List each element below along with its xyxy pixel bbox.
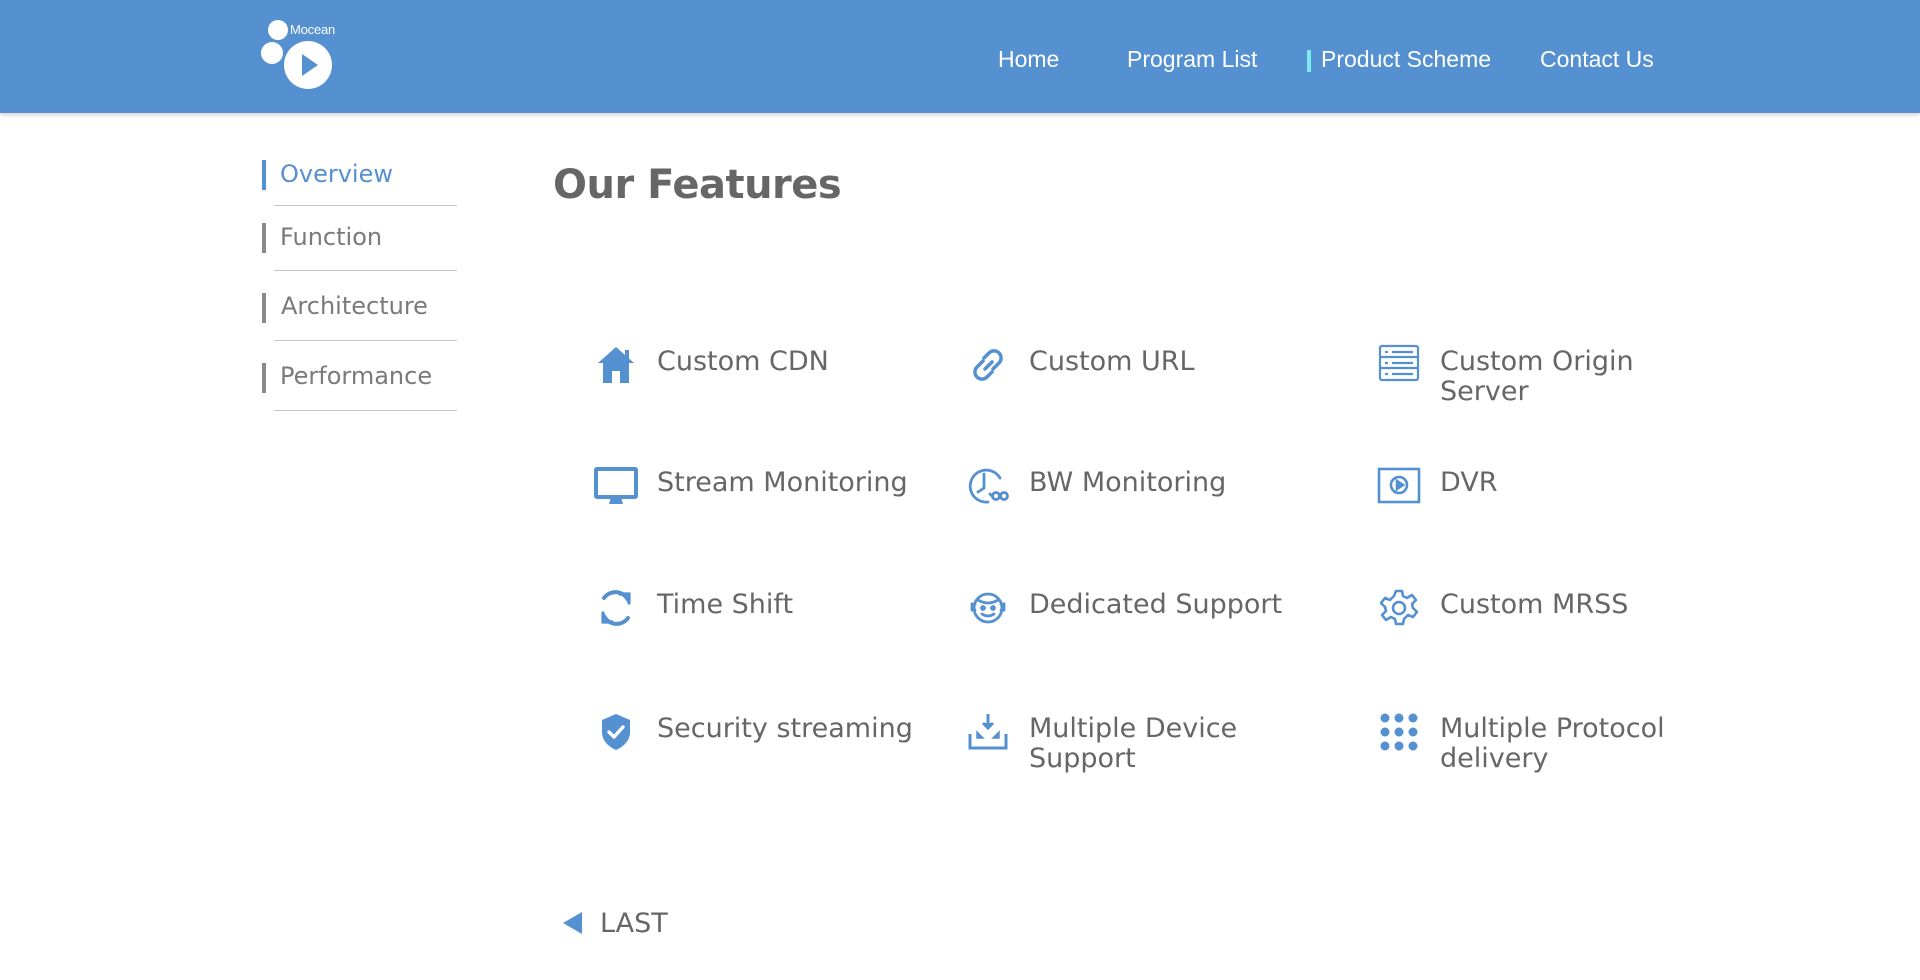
link-icon: [966, 343, 1010, 387]
feature-label: Custom MRSS: [1440, 589, 1629, 620]
feature-label: Dedicated Support: [1029, 589, 1283, 620]
shield-check-icon: [594, 710, 638, 754]
top-header: Mocean Home Program List Product Scheme …: [0, 0, 1920, 113]
server-icon: [1377, 343, 1421, 387]
sidebar-item-label: Function: [280, 223, 383, 251]
gear-icon: [1377, 586, 1421, 630]
sidebar-item-label: Overview: [280, 160, 393, 188]
active-nav-marker: [1307, 50, 1311, 72]
feature-label: BW Monitoring: [1029, 467, 1227, 498]
sidebar-item-function[interactable]: Function: [262, 222, 457, 284]
monitor-icon: [594, 464, 638, 508]
sidebar-marker: [262, 293, 266, 323]
triangle-left-icon: [563, 912, 582, 934]
bandwidth-clock-icon: [966, 464, 1010, 508]
sidebar-item-label: Performance: [280, 362, 433, 390]
logo-wordmark: Mocean: [290, 22, 336, 37]
support-agent-icon: [966, 586, 1010, 630]
feature-label: Multiple Protocol delivery: [1440, 713, 1665, 774]
sidebar-item-architecture[interactable]: Architecture: [262, 291, 457, 353]
sidebar-marker: [262, 223, 266, 253]
feature-label: Custom CDN: [657, 346, 829, 377]
sidebar-item-overview[interactable]: Overview: [262, 160, 457, 222]
feature-label: Multiple Device Support: [1029, 713, 1238, 774]
feature-label: Stream Monitoring: [657, 467, 908, 498]
sidebar-item-label: Architecture: [281, 292, 428, 320]
last-page-label: LAST: [600, 908, 668, 939]
download-tray-icon: [966, 710, 1010, 754]
sidebar-marker: [262, 363, 266, 393]
feature-label: Custom URL: [1029, 346, 1195, 377]
nav-home[interactable]: Home: [998, 46, 1059, 73]
sidebar-active-marker: [262, 160, 266, 190]
dots-grid-icon: [1377, 710, 1421, 754]
sidebar-divider: [274, 340, 457, 341]
nav-contact-us[interactable]: Contact Us: [1540, 46, 1654, 73]
sidebar-divider: [274, 410, 457, 411]
sidebar-item-performance[interactable]: Performance: [262, 361, 457, 423]
play-box-icon: [1377, 464, 1421, 508]
feature-label: DVR: [1440, 467, 1498, 498]
sidebar-divider: [274, 270, 457, 271]
sidebar-divider: [274, 205, 457, 206]
feature-label: Security streaming: [657, 713, 913, 744]
nav-program-list[interactable]: Program List: [1127, 46, 1257, 73]
nav-product-scheme[interactable]: Product Scheme: [1321, 46, 1491, 73]
home-icon: [594, 343, 638, 387]
feature-label: Time Shift: [657, 589, 794, 620]
refresh-icon: [594, 586, 638, 630]
page-title: Our Features: [553, 162, 842, 208]
feature-label: Custom Origin Server: [1440, 346, 1634, 407]
